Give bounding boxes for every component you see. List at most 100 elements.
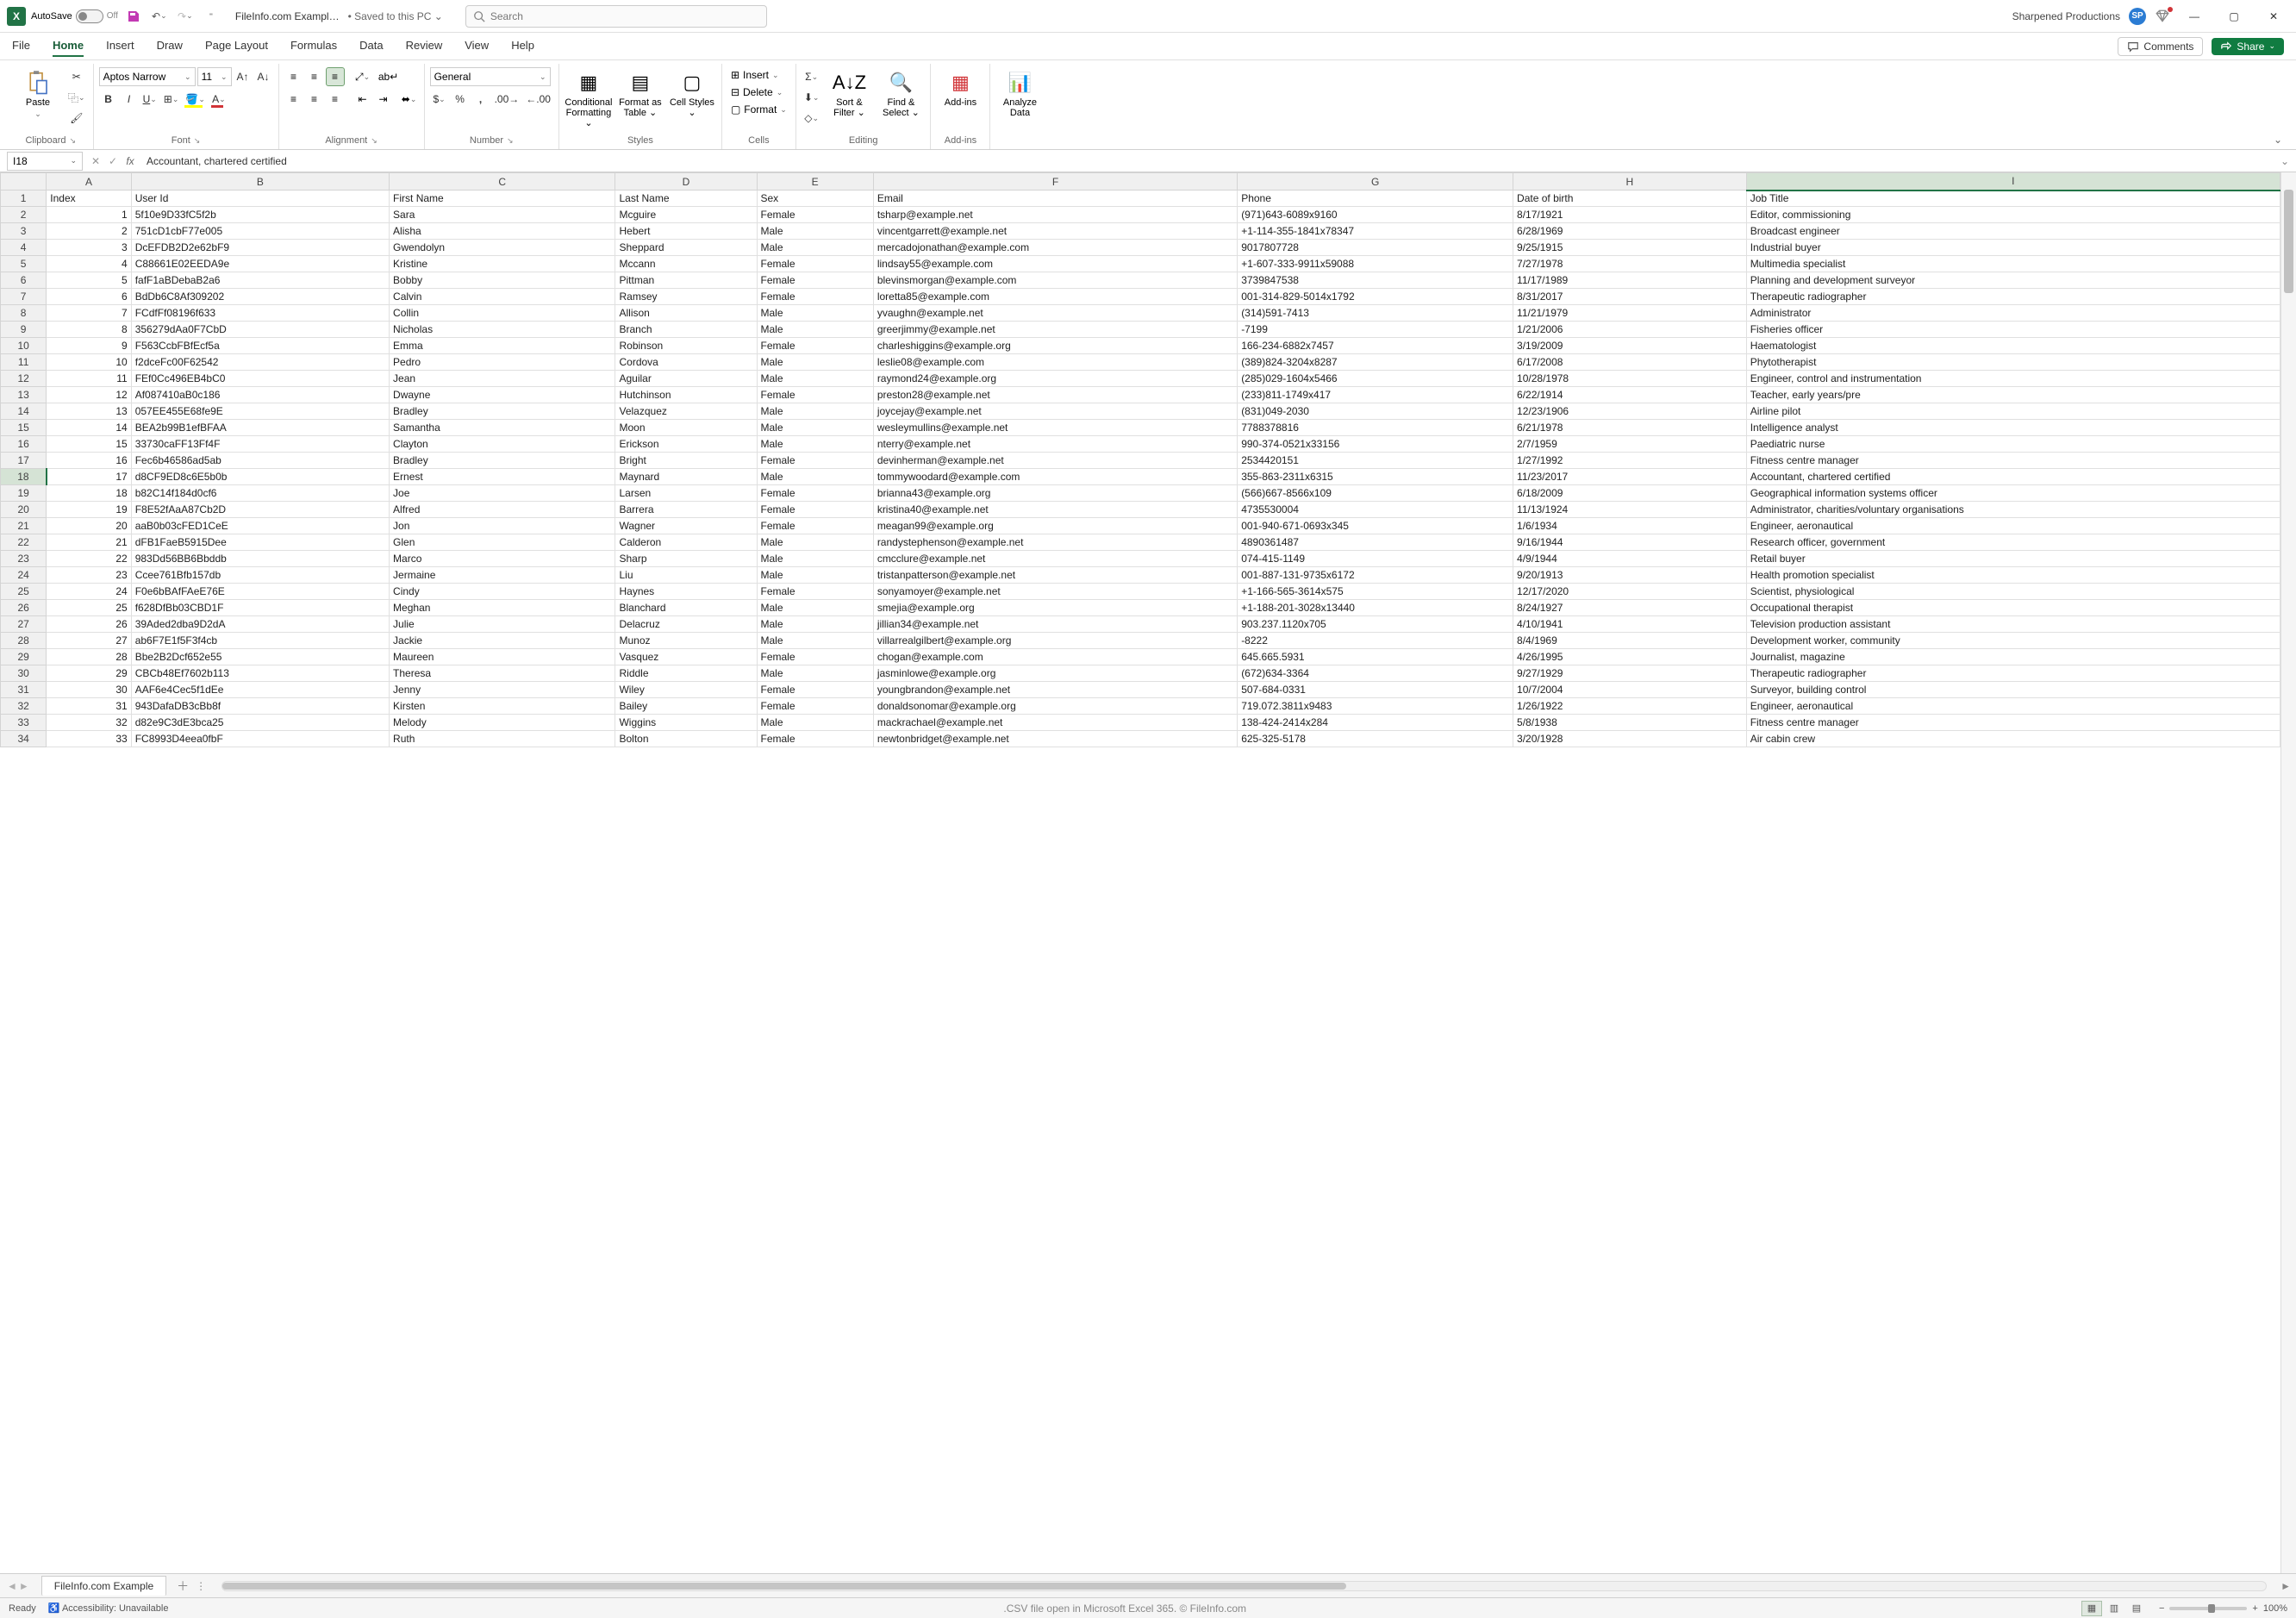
cell[interactable]: 9/20/1913 — [1513, 567, 1747, 584]
format-painter-icon[interactable]: 🖌 — [66, 109, 88, 128]
cell[interactable]: -8222 — [1238, 633, 1513, 649]
cell[interactable]: 2534420151 — [1238, 453, 1513, 469]
formula-input[interactable]: Accountant, chartered certified — [140, 155, 2274, 167]
cell[interactable]: Research officer, government — [1746, 534, 2280, 551]
cell[interactable]: BEA2b99B1efBFAA — [131, 420, 389, 436]
tab-page-layout[interactable]: Page Layout — [205, 35, 268, 57]
sheet-tab[interactable]: FileInfo.com Example — [41, 1576, 166, 1596]
cell[interactable]: 001-887-131-9735x6172 — [1238, 567, 1513, 584]
cell[interactable]: Glen — [390, 534, 615, 551]
cell[interactable]: 12/23/1906 — [1513, 403, 1747, 420]
cell[interactable]: Phone — [1238, 191, 1513, 207]
cell[interactable]: 751cD1cbF77e005 — [131, 223, 389, 240]
cell[interactable]: 625-325-5178 — [1238, 731, 1513, 747]
tab-insert[interactable]: Insert — [106, 35, 134, 57]
maximize-button[interactable]: ▢ — [2218, 4, 2249, 28]
increase-indent-icon[interactable]: ⇥ — [374, 90, 393, 109]
add-sheet-icon[interactable]: ＋ — [177, 1577, 189, 1595]
cell[interactable]: 7788378816 — [1238, 420, 1513, 436]
row-header[interactable]: 20 — [1, 502, 47, 518]
cell[interactable]: 26 — [47, 616, 131, 633]
percent-icon[interactable]: % — [451, 90, 470, 109]
cell[interactable]: Female — [757, 731, 873, 747]
cell[interactable]: Date of birth — [1513, 191, 1747, 207]
cell[interactable]: 507-684-0331 — [1238, 682, 1513, 698]
border-button[interactable]: ⊞⌄ — [161, 90, 182, 109]
merge-center-icon[interactable]: ⬌⌄ — [400, 90, 419, 109]
cell[interactable]: 6/18/2009 — [1513, 485, 1747, 502]
cell[interactable]: F0e6bBAfFAeE76E — [131, 584, 389, 600]
cell[interactable]: Male — [757, 403, 873, 420]
cell[interactable]: 4 — [47, 256, 131, 272]
vertical-scrollbar[interactable] — [2280, 172, 2296, 1573]
cell[interactable]: -7199 — [1238, 322, 1513, 338]
cell[interactable]: 3739847538 — [1238, 272, 1513, 289]
cell[interactable]: Male — [757, 715, 873, 731]
cell[interactable]: Velazquez — [615, 403, 757, 420]
cell[interactable]: Fisheries officer — [1746, 322, 2280, 338]
row-header[interactable]: 34 — [1, 731, 47, 747]
cell[interactable]: Sharp — [615, 551, 757, 567]
cell[interactable]: Occupational therapist — [1746, 600, 2280, 616]
share-button[interactable]: Share ⌄ — [2212, 38, 2284, 55]
cell[interactable]: Engineer, aeronautical — [1746, 518, 2280, 534]
cell[interactable]: Journalist, magazine — [1746, 649, 2280, 665]
select-all-corner[interactable] — [1, 173, 47, 191]
cell[interactable]: 17 — [47, 469, 131, 485]
cell[interactable]: Index — [47, 191, 131, 207]
cell[interactable]: Jackie — [390, 633, 615, 649]
row-header[interactable]: 15 — [1, 420, 47, 436]
cell[interactable]: Male — [757, 567, 873, 584]
cell[interactable]: Job Title — [1746, 191, 2280, 207]
cell[interactable]: Female — [757, 207, 873, 223]
cell[interactable]: Calvin — [390, 289, 615, 305]
align-left-icon[interactable]: ≡ — [284, 90, 303, 109]
cell[interactable]: 001-940-671-0693x345 — [1238, 518, 1513, 534]
cell[interactable]: (285)029-1604x5466 — [1238, 371, 1513, 387]
orientation-icon[interactable]: ⤢⌄ — [353, 67, 372, 86]
fill-color-button[interactable]: 🪣⌄ — [183, 90, 208, 109]
row-header[interactable]: 24 — [1, 567, 47, 584]
cell[interactable]: yvaughn@example.net — [873, 305, 1237, 322]
cell[interactable]: 645.665.5931 — [1238, 649, 1513, 665]
cell[interactable]: (566)667-8566x109 — [1238, 485, 1513, 502]
cell[interactable]: (672)634-3364 — [1238, 665, 1513, 682]
cell[interactable]: Scientist, physiological — [1746, 584, 2280, 600]
close-button[interactable]: ✕ — [2258, 4, 2289, 28]
cell[interactable]: Wiggins — [615, 715, 757, 731]
cell[interactable]: Emma — [390, 338, 615, 354]
insert-cells-button[interactable]: ⊞Insert⌄ — [727, 67, 790, 83]
cell[interactable]: 27 — [47, 633, 131, 649]
zoom-control[interactable]: − + 100% — [2159, 1603, 2287, 1614]
cell[interactable]: Dwayne — [390, 387, 615, 403]
align-center-icon[interactable]: ≡ — [305, 90, 324, 109]
cell[interactable]: 4/10/1941 — [1513, 616, 1747, 633]
wrap-text-icon[interactable]: ab↵ — [379, 67, 398, 86]
cell[interactable]: Female — [757, 698, 873, 715]
cell[interactable]: Marco — [390, 551, 615, 567]
cell[interactable]: F8E52fAaA87Cb2D — [131, 502, 389, 518]
find-select-button[interactable]: 🔍Find & Select ⌄ — [877, 67, 925, 122]
cell[interactable]: FEf0Cc496EB4bC0 — [131, 371, 389, 387]
cell[interactable]: Ruth — [390, 731, 615, 747]
cell[interactable]: tommywoodard@example.com — [873, 469, 1237, 485]
cell[interactable]: Health promotion specialist — [1746, 567, 2280, 584]
cell[interactable]: C88661E02EEDA9e — [131, 256, 389, 272]
cell[interactable]: Male — [757, 436, 873, 453]
doc-name[interactable]: FileInfo.com Exampl… — [235, 10, 340, 22]
cell[interactable]: Jon — [390, 518, 615, 534]
cell[interactable]: Intelligence analyst — [1746, 420, 2280, 436]
cell[interactable]: Clayton — [390, 436, 615, 453]
scroll-right-icon[interactable]: ► — [2275, 1580, 2296, 1592]
cell[interactable]: mackrachael@example.net — [873, 715, 1237, 731]
save-status[interactable]: • Saved to this PC ⌄ — [348, 10, 443, 22]
cell[interactable]: DcEFDB2D2e62bF9 — [131, 240, 389, 256]
cell[interactable]: Julie — [390, 616, 615, 633]
row-header[interactable]: 4 — [1, 240, 47, 256]
cell[interactable]: loretta85@example.com — [873, 289, 1237, 305]
cell[interactable]: 9/27/1929 — [1513, 665, 1747, 682]
comma-icon[interactable]: , — [471, 90, 490, 109]
cell[interactable]: Alisha — [390, 223, 615, 240]
cell[interactable]: 21 — [47, 534, 131, 551]
format-as-table-button[interactable]: ▤Format as Table ⌄ — [616, 67, 664, 122]
